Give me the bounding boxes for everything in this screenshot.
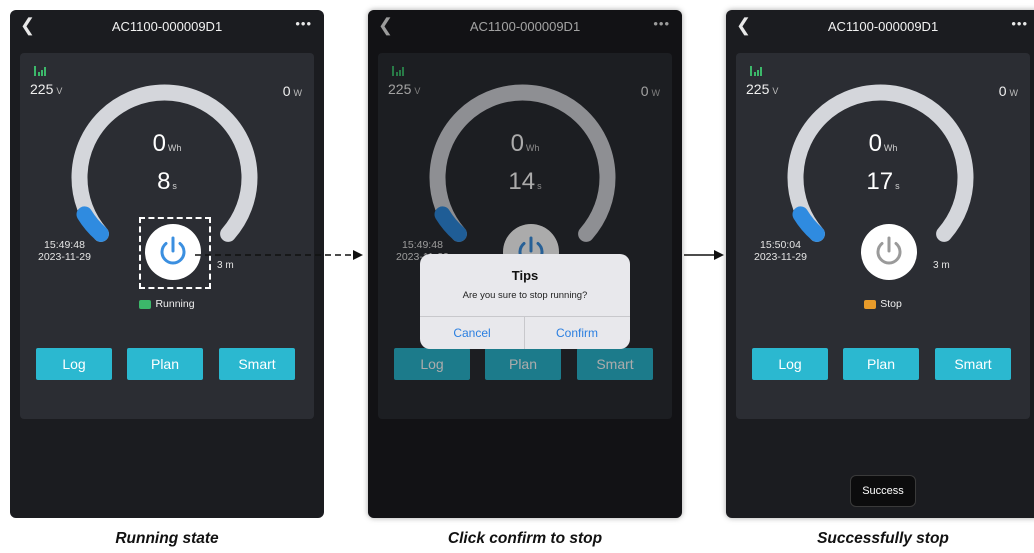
success-toast: Success — [850, 475, 916, 507]
power-button[interactable] — [861, 224, 917, 280]
energy-value: 0 Wh — [868, 130, 898, 157]
duration-label: 3 m — [933, 260, 950, 271]
cancel-button[interactable]: Cancel — [420, 316, 524, 349]
phone-screen-stopped: ❮ AC1100-000009D1 ••• 225 V 0W 0 Wh 17 s 15… — [726, 10, 1034, 518]
more-options-icon[interactable]: ••• — [295, 16, 312, 31]
device-card: 225 V 0W 0 Wh 17 s 15:50:04 2023-11-29 3 m S… — [736, 53, 1030, 419]
device-card: 225 V 0W 0 Wh 8s 15:49:48 2023-11-29 3 m Ru… — [20, 53, 314, 419]
log-button[interactable]: Log — [752, 348, 828, 380]
device-title: AC1100-000009D1 — [827, 19, 939, 34]
solid-arrow — [684, 250, 724, 260]
running-icon — [139, 299, 152, 309]
confirm-button[interactable]: Confirm — [525, 316, 629, 349]
timestamp: 15:49:482023-11-29 — [38, 239, 91, 263]
device-title: AC1100-000009D1 — [111, 19, 223, 34]
power-button[interactable] — [145, 224, 201, 280]
top-bar: ❮ AC1100-000009D1 ••• — [726, 10, 1034, 44]
status-indicator: Running — [20, 298, 314, 310]
plan-button[interactable]: Plan — [843, 348, 919, 380]
timestamp: 15:50:04 2023-11-29 — [754, 239, 807, 263]
elapsed-seconds: 8s — [157, 168, 177, 195]
caption-confirm: Click confirm to stop — [447, 530, 603, 547]
elapsed-seconds: 17 s — [866, 168, 900, 195]
log-button[interactable]: Log — [36, 348, 112, 380]
top-bar: ❮ AC1100-000009D1 ••• — [10, 10, 324, 44]
dashed-arrow — [195, 250, 363, 260]
more-options-icon[interactable]: ••• — [1011, 16, 1028, 31]
energy-value: 0 Wh — [152, 130, 182, 157]
plan-button[interactable]: Plan — [127, 348, 203, 380]
stopped-icon — [864, 299, 877, 309]
dialog-title: Tips — [511, 268, 539, 283]
caption-running: Running state — [115, 530, 219, 547]
caption-stopped: Successfully stop — [817, 530, 949, 547]
smart-button[interactable]: Smart — [219, 348, 295, 380]
dialog-message: Are you sure to stop running? — [462, 290, 588, 301]
power-icon — [876, 236, 902, 265]
status-indicator: Stop — [736, 298, 1030, 310]
phone-screen-confirm: ❮ AC1100-000009D1 ••• 225 V 0W 0 Wh 14 s 15… — [368, 10, 682, 518]
power-icon — [160, 236, 186, 265]
smart-button[interactable]: Smart — [935, 348, 1011, 380]
confirm-dialog: Tips Are you sure to stop running? Cance… — [420, 254, 630, 349]
